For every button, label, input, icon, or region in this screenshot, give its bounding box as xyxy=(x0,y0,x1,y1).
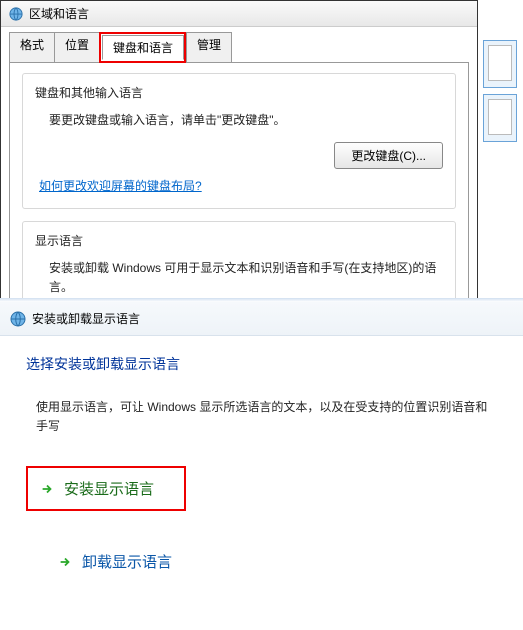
arrow-right-icon xyxy=(40,482,54,496)
globe-icon xyxy=(9,7,23,21)
titlebar: 区域和语言 xyxy=(1,1,477,27)
wizard-header-title: 安装或卸载显示语言 xyxy=(32,310,140,327)
globe-icon xyxy=(10,311,26,327)
group-display-desc: 安装或卸载 Windows 可用于显示文本和识别语音和手写(在支持地区)的语言。 xyxy=(49,259,443,297)
tab-format[interactable]: 格式 xyxy=(9,32,55,63)
option-install-label: 安装显示语言 xyxy=(64,478,154,499)
tab-keyboard-language[interactable]: 键盘和语言 xyxy=(102,35,184,60)
option-install-language[interactable]: 安装显示语言 xyxy=(28,468,166,509)
wizard-desc: 使用显示语言，可让 Windows 显示所选语言的文本，以及在受支持的位置识别语… xyxy=(26,398,497,436)
tab-strip: 格式 位置 键盘和语言 管理 xyxy=(9,32,469,63)
thumbnail[interactable] xyxy=(483,94,517,142)
highlight-install-option: 安装显示语言 xyxy=(26,466,186,511)
wizard-title: 选择安装或卸载显示语言 xyxy=(26,354,497,374)
option-uninstall-language[interactable]: 卸载显示语言 xyxy=(46,541,497,582)
group-keyboard-desc: 要更改键盘或输入语言，请单击"更改键盘"。 xyxy=(49,111,443,130)
dialog-title: 区域和语言 xyxy=(29,5,89,22)
wizard-header: 安装或卸载显示语言 xyxy=(0,302,523,336)
highlight-tab-keyboard: 键盘和语言 xyxy=(99,32,186,63)
group-keyboard-title: 键盘和其他输入语言 xyxy=(35,84,443,101)
change-keyboard-button[interactable]: 更改键盘(C)... xyxy=(334,142,443,169)
side-thumbnails xyxy=(483,40,521,148)
group-keyboard: 键盘和其他输入语言 要更改键盘或输入语言，请单击"更改键盘"。 更改键盘(C).… xyxy=(22,73,456,209)
thumbnail[interactable] xyxy=(483,40,517,88)
tab-location[interactable]: 位置 xyxy=(54,32,100,63)
keyboard-layout-help-link[interactable]: 如何更改欢迎屏幕的键盘布局? xyxy=(39,177,202,194)
tab-admin[interactable]: 管理 xyxy=(186,32,232,63)
option-uninstall-label: 卸载显示语言 xyxy=(82,551,172,572)
arrow-right-icon xyxy=(58,555,72,569)
group-display-title: 显示语言 xyxy=(35,232,443,249)
install-uninstall-wizard: 安装或卸载显示语言 选择安装或卸载显示语言 使用显示语言，可让 Windows … xyxy=(0,298,523,630)
